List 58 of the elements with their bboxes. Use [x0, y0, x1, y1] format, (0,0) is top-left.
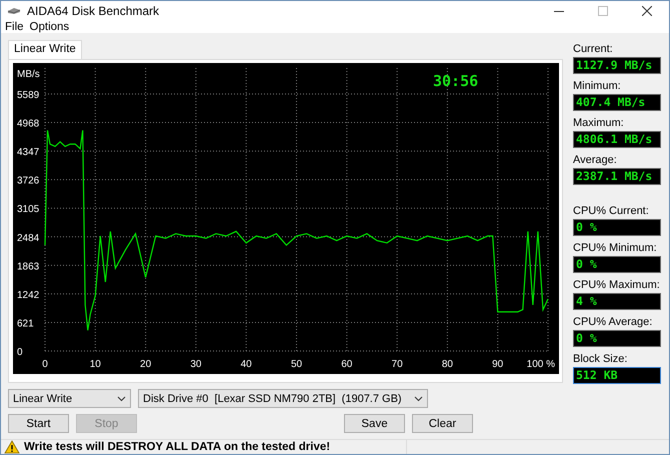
x-tick-label: 90 [492, 359, 504, 370]
stat-label: Current: [573, 43, 614, 55]
stat-value: 0 % [573, 219, 661, 236]
test-dropdown[interactable]: Linear Write [8, 389, 131, 408]
stat-value: 407.4 MB/s [573, 94, 661, 111]
y-tick-label: 3726 [17, 176, 40, 187]
x-tick-label: 50 [290, 359, 302, 370]
save-button[interactable]: Save [344, 414, 405, 433]
stat-label: Maximum: [573, 117, 625, 129]
clear-button[interactable]: Clear [412, 414, 473, 433]
stat-label: CPU% Current: [573, 205, 650, 217]
close-icon [642, 6, 652, 16]
x-tick-label: 60 [341, 359, 352, 370]
stat-label: CPU% Minimum: [573, 242, 658, 254]
stat-value: 4 % [573, 293, 661, 310]
menu-item[interactable]: File [5, 21, 24, 33]
y-tick-label: 1863 [17, 261, 40, 272]
y-axis-label: MB/s [17, 69, 40, 80]
y-tick-label: 621 [17, 318, 34, 330]
y-tick-label: 3105 [17, 204, 40, 216]
drive-dropdown[interactable]: Disk Drive #0 [Lexar SSD NM790 2TB] (1907.7 GB) [138, 389, 428, 408]
stat-value: 0 % [573, 256, 661, 273]
x-tick-label: 0 [42, 359, 48, 370]
y-tick-label: 4968 [17, 118, 40, 130]
stat-label: Average: [573, 154, 618, 166]
warning-icon [4, 440, 20, 454]
disk-drive-icon [7, 7, 21, 15]
start-button[interactable]: Start [8, 414, 69, 433]
minimize-icon [554, 10, 564, 12]
x-tick-label: 20 [140, 359, 152, 370]
stat-value: 0 % [573, 330, 661, 347]
x-tick-label: 30 [190, 359, 202, 370]
stat-label: CPU% Average: [573, 316, 654, 328]
x-tick-label: 80 [442, 359, 453, 370]
stat-value: 2387.1 MB/s [573, 168, 661, 185]
chevron-down-icon [117, 396, 126, 402]
y-tick-label: 1242 [17, 290, 40, 301]
x-tick-label: 100 % [526, 359, 555, 370]
y-tick-label: 2484 [17, 232, 40, 244]
tab[interactable]: Linear Write [8, 40, 82, 59]
window-title: AIDA64 Disk Benchmark [27, 4, 160, 18]
stat-label: Minimum: [573, 80, 622, 92]
y-tick-label: 4347 [17, 147, 40, 158]
chevron-down-icon [414, 396, 423, 402]
stat-label: CPU% Maximum: [573, 279, 661, 291]
block-size-field[interactable]: 512 KB [573, 367, 661, 384]
x-tick-label: 70 [392, 359, 403, 370]
warning-text: Write tests will DESTROY ALL DATA on the tested drive! [24, 441, 330, 453]
stat-value: 4806.1 MB/s [573, 131, 661, 148]
menu-item[interactable]: Options [30, 21, 70, 33]
y-tick-label: 5589 [17, 90, 40, 101]
maximize-icon [598, 6, 608, 16]
y-tick-label: 0 [17, 347, 23, 358]
elapsed-time: 30:56 [433, 72, 478, 90]
x-tick-label: 40 [240, 359, 252, 370]
stat-value: 1127.9 MB/s [573, 57, 661, 74]
block-size-label: Block Size: [573, 353, 628, 365]
x-tick-label: 10 [90, 359, 101, 370]
